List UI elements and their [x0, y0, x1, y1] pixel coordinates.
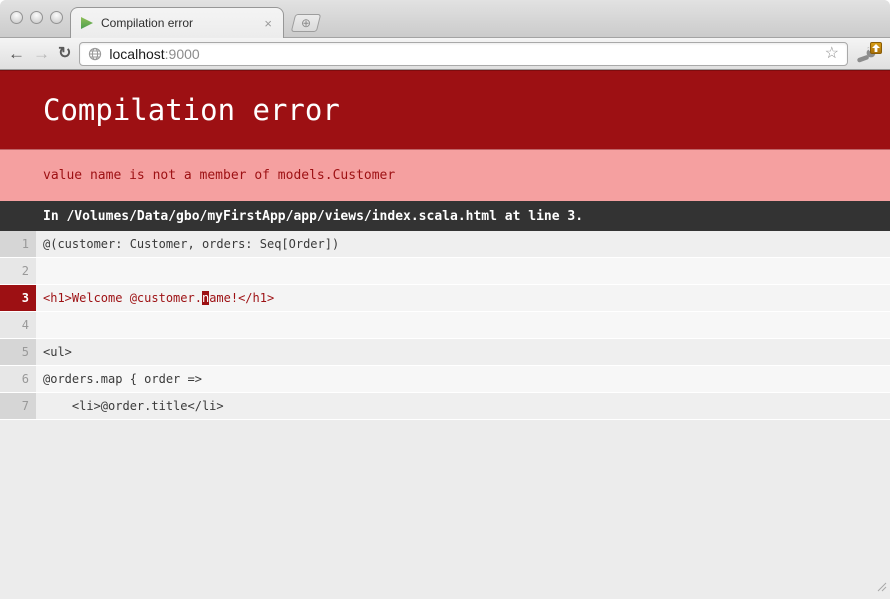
settings-wrench-button[interactable] — [856, 42, 882, 66]
code-line: @orders.map { order => — [36, 366, 890, 392]
code-line: <li>@order.title</li> — [36, 393, 890, 419]
page-content: Compilation error value name is not a me… — [0, 70, 890, 599]
up-arrow-icon — [872, 44, 880, 52]
address-bar[interactable]: localhost:9000 ☆ — [79, 42, 848, 66]
line-number: 7 — [0, 393, 36, 419]
window-controls — [10, 11, 63, 24]
code-line — [36, 258, 890, 284]
line-number: 1 — [0, 231, 36, 257]
source-line-row: 7 <li>@order.title</li> — [0, 393, 890, 420]
error-message-banner: value name is not a member of models.Cus… — [0, 150, 890, 201]
source-line-row: 1 @(customer: Customer, orders: Seq[Orde… — [0, 231, 890, 258]
resize-grip[interactable] — [874, 577, 887, 596]
code-line-error: <h1>Welcome @customer.name!</h1> — [36, 285, 890, 311]
source-line-row: 5 <ul> — [0, 339, 890, 366]
source-code-listing: 1 @(customer: Customer, orders: Seq[Orde… — [0, 231, 890, 420]
play-framework-icon — [80, 16, 94, 30]
line-number: 3 — [0, 285, 36, 311]
source-line-row: 4 — [0, 312, 890, 339]
line-number: 4 — [0, 312, 36, 338]
source-line-row-error: 3 <h1>Welcome @customer.name!</h1> — [0, 285, 890, 312]
bookmark-star-icon[interactable]: ☆ — [825, 46, 839, 62]
error-location-bar: In /Volumes/Data/gbo/myFirstApp/app/view… — [0, 201, 890, 231]
update-badge — [870, 42, 882, 54]
url-text[interactable]: localhost:9000 — [109, 46, 817, 62]
browser-window: Compilation error × ⊕ ← → ↻ localhost:90… — [0, 0, 890, 599]
source-line-row: 2 — [0, 258, 890, 285]
browser-titlebar: Compilation error × ⊕ — [0, 0, 890, 38]
code-line: @(customer: Customer, orders: Seq[Order]… — [36, 231, 890, 257]
code-line — [36, 312, 890, 338]
reload-button[interactable]: ↻ — [58, 46, 71, 62]
plus-icon: ⊕ — [301, 17, 311, 29]
new-tab-button[interactable]: ⊕ — [291, 14, 321, 32]
line-number: 5 — [0, 339, 36, 365]
globe-icon — [88, 47, 102, 61]
back-button[interactable]: ← — [8, 45, 25, 62]
url-port: :9000 — [165, 46, 200, 62]
source-line-row: 6 @orders.map { order => — [0, 366, 890, 393]
zoom-button[interactable] — [50, 11, 63, 24]
line-number: 6 — [0, 366, 36, 392]
code-after-marker: ame!</h1> — [209, 291, 274, 305]
code-line: <ul> — [36, 339, 890, 365]
browser-tab[interactable]: Compilation error × — [70, 7, 284, 38]
line-number: 2 — [0, 258, 36, 284]
code-before-marker: <h1>Welcome @customer. — [43, 291, 202, 305]
close-button[interactable] — [10, 11, 23, 24]
url-host: localhost — [109, 46, 164, 62]
tab-title: Compilation error — [101, 16, 255, 30]
forward-button[interactable]: → — [33, 45, 50, 62]
browser-toolbar: ← → ↻ localhost:9000 ☆ — [0, 38, 890, 70]
page-title: Compilation error — [0, 70, 890, 150]
tab-close-icon[interactable]: × — [262, 17, 274, 30]
minimize-button[interactable] — [30, 11, 43, 24]
